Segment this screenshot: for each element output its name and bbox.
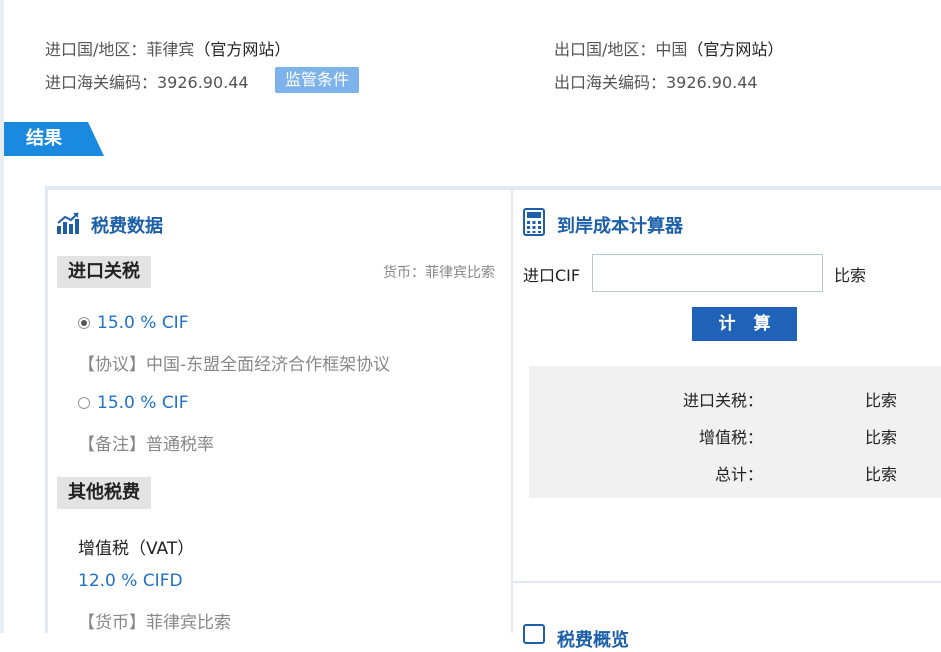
panel-frame-top	[45, 186, 941, 190]
import-country-label: 进口国/地区：菲律宾	[45, 40, 195, 59]
left-edge-strip	[0, 0, 4, 633]
rate-note-general: 【备注】普通税率	[78, 435, 214, 455]
vat-label: 增值税（VAT）	[78, 539, 195, 559]
panel-divider	[511, 190, 513, 633]
panel-frame-left	[45, 186, 48, 633]
currency-note: 货币：菲律宾比索	[383, 265, 495, 281]
export-country-line: 出口国/地区：中国（官方网站）	[554, 36, 783, 60]
calculator-bottom-divider	[513, 581, 941, 583]
calculator-icon	[523, 208, 545, 236]
result-total-value: 比索	[865, 465, 898, 484]
overview-icon	[523, 624, 545, 644]
rate-option-agreement[interactable]: 15.0 % CIF	[78, 313, 188, 333]
landed-cost-calculator-title: 到岸成本计算器	[557, 216, 683, 237]
tax-overview-title: 税费概览	[557, 630, 629, 651]
import-hs-code: 进口海关编码：3926.90.44	[45, 73, 249, 92]
cif-unit: 比索	[834, 266, 867, 285]
rate-value: 15.0 % CIF	[97, 313, 189, 333]
result-import-duty-label: 进口关税：	[682, 391, 763, 410]
cif-label: 进口CIF	[523, 266, 581, 285]
result-total-label: 总计：	[714, 465, 763, 484]
trend-chart-icon	[57, 212, 79, 234]
calculate-button[interactable]: 计 算	[692, 307, 797, 341]
import-duty-pill: 进口关税	[57, 256, 151, 288]
other-taxes-pill: 其他税费	[57, 477, 151, 509]
vat-currency-note: 【货币】菲律宾比索	[78, 613, 231, 633]
radio-unselected-icon[interactable]	[78, 397, 90, 409]
import-official-site-link[interactable]: （官方网站）	[194, 40, 290, 59]
supervision-conditions-button[interactable]: 监管条件	[275, 67, 359, 93]
export-hs-code: 出口海关编码：3926.90.44	[554, 73, 758, 92]
result-vat-value: 比索	[865, 428, 898, 447]
result-import-duty-value: 比索	[865, 391, 898, 410]
rate-note-agreement: 【协议】中国-东盟全面经济合作框架协议	[78, 355, 391, 375]
radio-selected-icon[interactable]	[78, 317, 90, 329]
rate-value: 15.0 % CIF	[97, 393, 189, 413]
export-official-site-link[interactable]: （官方网站）	[687, 40, 783, 59]
rate-option-general[interactable]: 15.0 % CIF	[78, 393, 188, 413]
result-vat-label: 增值税：	[698, 428, 763, 447]
vat-rate: 12.0 % CIFD	[78, 571, 183, 591]
import-country-line: 进口国/地区：菲律宾（官方网站）	[45, 36, 290, 60]
cif-input[interactable]	[592, 254, 823, 292]
tax-data-title: 税费数据	[91, 216, 163, 237]
export-country-label: 出口国/地区：中国	[554, 40, 688, 59]
result-ribbon: 结果	[4, 122, 104, 156]
